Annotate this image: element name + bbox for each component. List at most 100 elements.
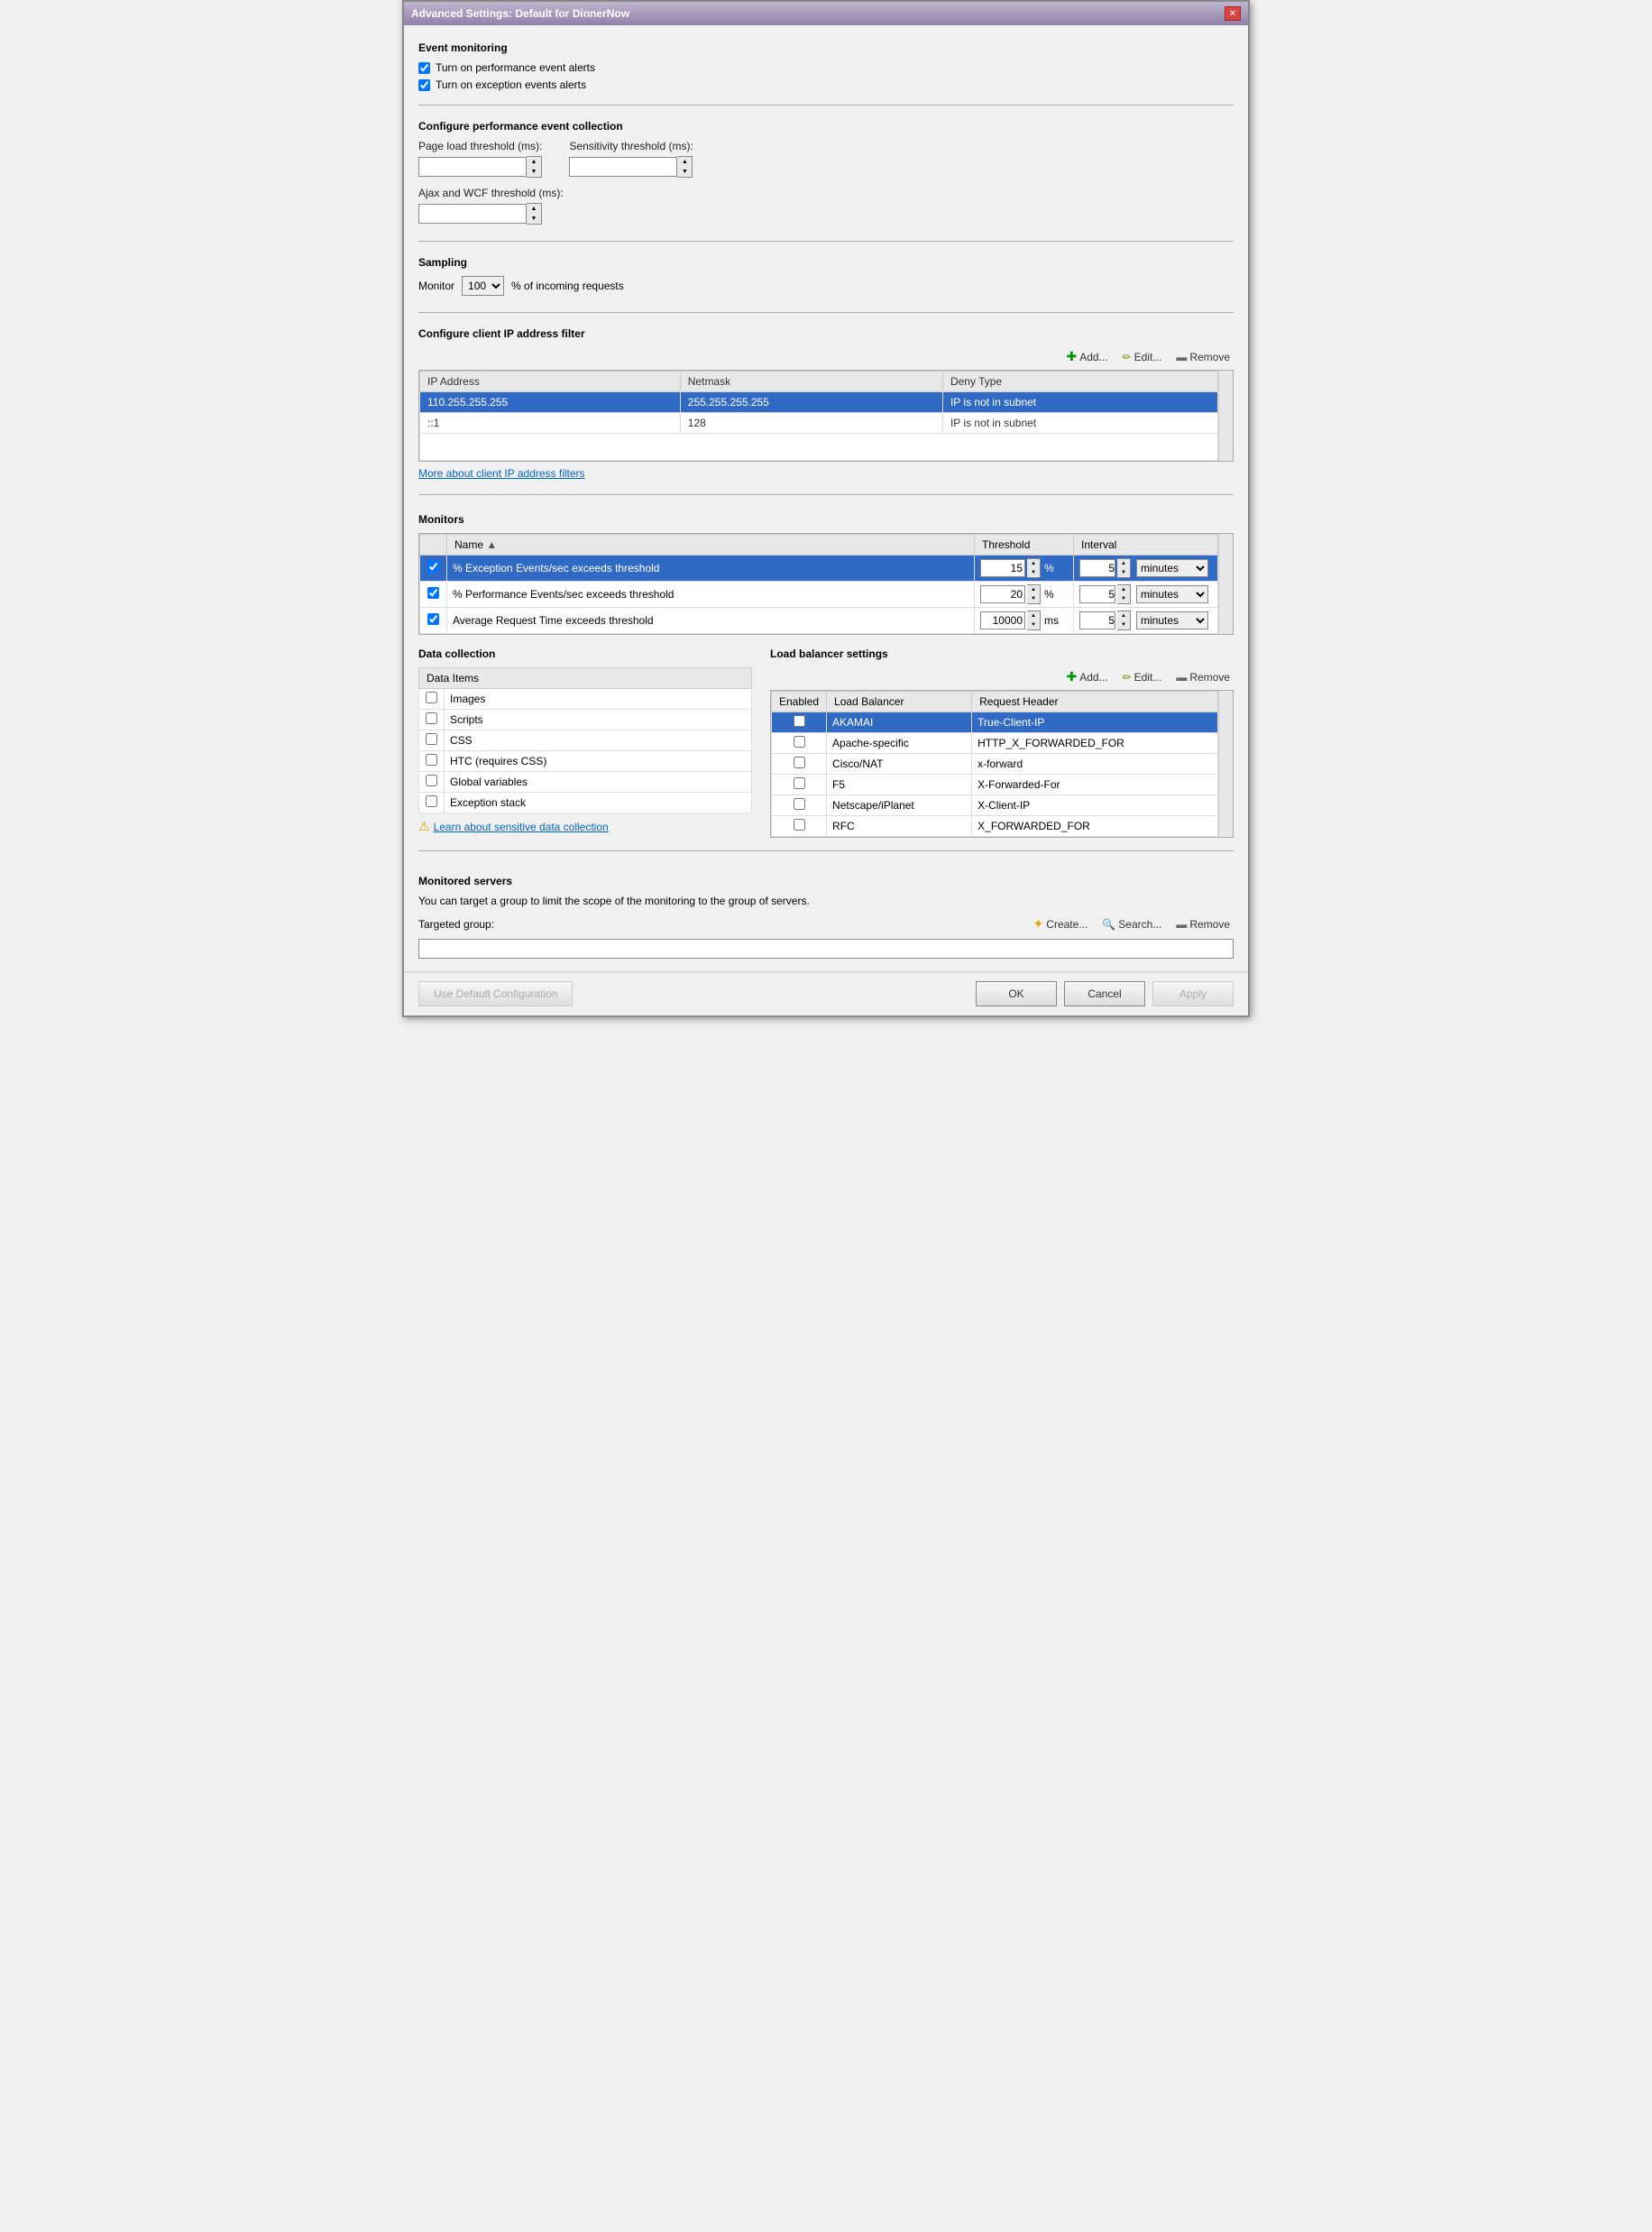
sensitive-data-link[interactable]: Learn about sensitive data collection [434,821,609,833]
use-default-button[interactable]: Use Default Configuration [418,981,573,1006]
ip-filter-link[interactable]: More about client IP address filters [418,467,585,480]
monitor-checkbox[interactable] [427,561,439,573]
data-collection-title: Data collection [418,648,752,660]
close-button[interactable]: ✕ [1225,6,1241,21]
monitor-interval-input[interactable] [1079,559,1115,577]
interval-down[interactable]: ▼ [1117,620,1130,629]
item-globalvars-checkbox[interactable] [426,775,437,786]
interval-down[interactable]: ▼ [1117,594,1130,603]
item-css-checkbox[interactable] [426,733,437,745]
lb-enabled-col: Enabled [772,692,827,712]
item-htc-checkbox[interactable] [426,754,437,766]
perf-alert-checkbox[interactable] [418,62,430,74]
ajax-up-btn[interactable]: ▲ [527,204,541,214]
exception-alert-checkbox[interactable] [418,79,430,91]
page-load-input[interactable]: 15000 [418,157,527,177]
sensitivity-input[interactable]: 3000 [569,157,677,177]
threshold-down[interactable]: ▼ [1027,568,1040,577]
monitors-table-scrollbar[interactable] [1218,534,1233,634]
monitor-checkbox[interactable] [427,587,439,599]
ip-edit-button[interactable]: ✏ Edit... [1119,349,1166,365]
lb-name-col: Load Balancer [827,692,972,712]
lb-enabled-checkbox[interactable] [794,736,805,748]
monitor-name-cell: Average Request Time exceeds threshold [447,608,975,634]
lb-enabled-checkbox[interactable] [794,819,805,831]
interval-up[interactable]: ▲ [1117,611,1130,620]
ok-button[interactable]: OK [976,981,1057,1006]
ip-address-table: IP Address Netmask Deny Type 110.255.255… [419,371,1218,461]
interval-down[interactable]: ▼ [1117,568,1130,577]
monitor-row[interactable]: % Performance Events/sec exceeds thresho… [420,582,1218,608]
lb-enabled-checkbox[interactable] [794,798,805,810]
ajax-down-btn[interactable]: ▼ [527,214,541,224]
monitor-threshold-cell: ▲ ▼ % [975,556,1074,582]
ip-table-scrollbar[interactable] [1218,371,1233,461]
threshold-up[interactable]: ▲ [1027,559,1040,568]
interval-up[interactable]: ▲ [1117,585,1130,594]
lb-add-button[interactable]: ✚ Add... [1062,667,1111,686]
lb-enabled-checkbox[interactable] [794,777,805,789]
perf-alert-row: Turn on performance event alerts [418,61,1234,74]
lb-header-cell: X-Client-IP [972,795,1218,816]
monitor-threshold-input[interactable] [980,585,1025,603]
page-load-down-btn[interactable]: ▼ [527,167,541,177]
item-exception-checkbox[interactable] [426,795,437,807]
lb-name-cell: Netscape/iPlanet [827,795,972,816]
remove-icon: ▬ [1176,351,1187,363]
targeted-create-button[interactable]: ✦ Create... [1030,914,1092,933]
threshold-down[interactable]: ▼ [1027,594,1040,603]
sampling-select[interactable]: 100 75 50 25 10 [462,276,504,296]
cancel-button[interactable]: Cancel [1064,981,1145,1006]
monitors-section: Monitors Name ▲ Threshold Interval [418,510,1234,635]
table-row[interactable]: RFC X_FORWARDED_FOR [772,816,1218,837]
monitor-interval-input[interactable] [1079,611,1115,629]
ip-remove-button[interactable]: ▬ Remove [1172,349,1234,365]
item-scripts-checkbox[interactable] [426,712,437,724]
sensitivity-down-btn[interactable]: ▼ [677,167,692,177]
ip-add-button[interactable]: ✚ Add... [1062,347,1111,366]
page-load-up-btn[interactable]: ▲ [527,157,541,167]
monitor-row[interactable]: Average Request Time exceeds threshold ▲… [420,608,1218,634]
apply-button[interactable]: Apply [1152,981,1234,1006]
sensitivity-up-btn[interactable]: ▲ [677,157,692,167]
lb-table-scrollbar[interactable] [1218,691,1233,837]
interval-up[interactable]: ▲ [1117,559,1130,568]
threshold-up[interactable]: ▲ [1027,611,1040,620]
targeted-remove-button[interactable]: ▬ Remove [1172,916,1234,932]
table-row[interactable]: Cisco/NAT x-forward [772,754,1218,775]
table-row[interactable]: Apache-specific HTTP_X_FORWARDED_FOR [772,733,1218,754]
monitors-table-container: Name ▲ Threshold Interval % Exception Ev… [418,533,1234,635]
ajax-input[interactable]: 5000 [418,204,527,224]
table-row[interactable]: AKAMAI True-Client-IP [772,712,1218,733]
table-row[interactable]: Netscape/iPlanet X-Client-IP [772,795,1218,816]
lb-edit-button[interactable]: ✏ Edit... [1119,669,1166,685]
interval-unit-select[interactable]: minutes hours seconds [1136,559,1208,577]
monitor-checkbox[interactable] [427,613,439,625]
targeted-group-label: Targeted group: [418,918,494,931]
item-images-checkbox[interactable] [426,692,437,703]
table-row[interactable]: ::1 128 IP is not in subnet [420,413,1218,434]
lb-name-cell: Apache-specific [827,733,972,754]
table-row[interactable]: 110.255.255.255 255.255.255.255 IP is no… [420,392,1218,413]
threshold-up[interactable]: ▲ [1027,585,1040,594]
lb-remove-button[interactable]: ▬ Remove [1172,669,1234,685]
monitor-row[interactable]: % Exception Events/sec exceeds threshold… [420,556,1218,582]
exception-alert-label: Turn on exception events alerts [436,78,586,91]
monitor-threshold-input[interactable] [980,559,1025,577]
interval-unit-select[interactable]: minutes hours seconds [1136,585,1208,603]
edit-icon: ✏ [1123,351,1132,363]
monitor-name-col: Name ▲ [447,535,975,556]
perf-event-collection-title: Configure performance event collection [418,120,1234,133]
sampling-percent-label: % of incoming requests [511,280,624,292]
lb-enabled-checkbox[interactable] [794,715,805,727]
interval-unit-select[interactable]: minutes hours seconds [1136,611,1208,629]
targeted-group-input[interactable] [418,939,1234,959]
targeted-search-button[interactable]: 🔍 Search... [1098,916,1165,932]
lb-enabled-checkbox[interactable] [794,757,805,768]
monitor-interval-input[interactable] [1079,585,1115,603]
table-row[interactable]: F5 X-Forwarded-For [772,775,1218,795]
monitor-name-cell: % Exception Events/sec exceeds threshold [447,556,975,582]
event-monitoring-section: Event monitoring Turn on performance eve… [418,38,1234,96]
monitor-threshold-input[interactable] [980,611,1025,629]
threshold-down[interactable]: ▼ [1027,620,1040,629]
